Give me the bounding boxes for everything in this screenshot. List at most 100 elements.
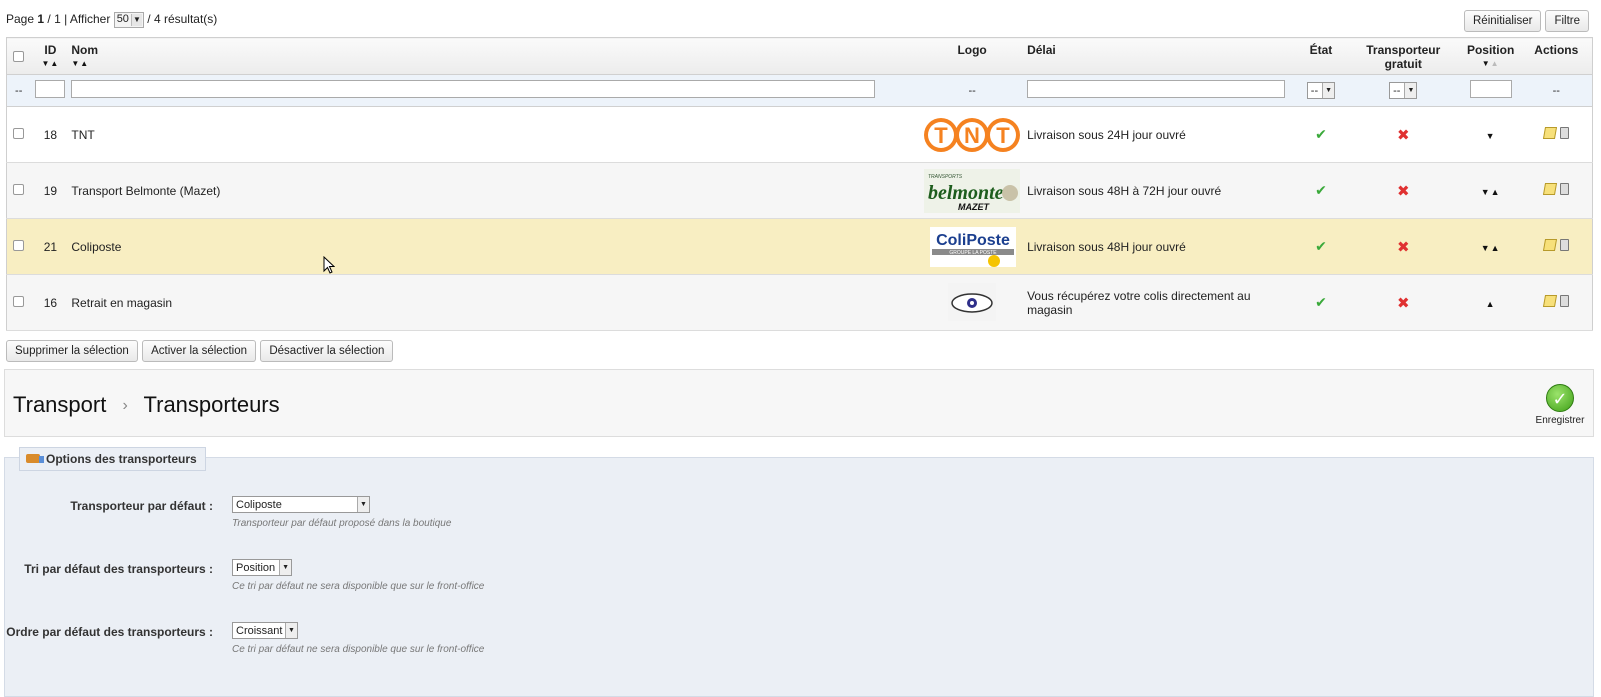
edit-icon[interactable] — [1542, 295, 1557, 307]
row-delai: Vous récupérez votre colis directement a… — [1026, 274, 1297, 331]
check-icon[interactable]: ✔ — [1315, 238, 1327, 254]
filter-position-input[interactable] — [1469, 80, 1512, 98]
carrier-options-panel: Options des transporteurs Transporteur p… — [4, 447, 1594, 697]
options-legend: Options des transporteurs — [19, 447, 206, 471]
save-check-icon: ✓ — [1546, 384, 1574, 412]
edit-icon[interactable] — [1542, 239, 1557, 251]
edit-icon[interactable] — [1542, 183, 1557, 195]
row-checkbox[interactable] — [13, 127, 25, 139]
row-delai: Livraison sous 48H jour ouvré — [1026, 218, 1297, 275]
position-arrows-icon[interactable]: ▲ — [1486, 299, 1496, 309]
filter-nom-input[interactable] — [71, 80, 876, 98]
filter-delai-input[interactable] — [1027, 80, 1286, 98]
row-id: 18 — [30, 106, 71, 163]
default-sort-label: Tri par défaut des transporteurs : — [24, 562, 213, 576]
default-sort-select[interactable]: Position ▼ — [232, 559, 293, 576]
column-delai: Délai — [1026, 37, 1297, 75]
filter-buttons: Réinitialiser Filtre — [1460, 10, 1589, 32]
per-page-select[interactable]: 50 ▼ — [113, 12, 144, 28]
row-id: 19 — [30, 162, 71, 219]
filter-gratuit-select[interactable]: -- ▼ — [1389, 82, 1418, 99]
disable-selection-button[interactable]: Désactiver la sélection — [260, 340, 394, 362]
cross-icon[interactable]: ✖ — [1397, 183, 1410, 200]
check-icon[interactable]: ✔ — [1315, 126, 1327, 142]
row-checkbox[interactable] — [13, 295, 25, 307]
cross-icon[interactable]: ✖ — [1397, 239, 1410, 256]
save-button[interactable]: ✓ Enregistrer — [1535, 384, 1585, 426]
default-carrier-hint: Transporteur par défaut proposé dans la … — [232, 518, 452, 529]
filter-placeholder: -- — [6, 74, 31, 107]
coliposte-logo: ColiPoste GROUPE LA POSTE — [930, 226, 1017, 267]
row-checkbox[interactable] — [13, 239, 25, 251]
edit-icon[interactable] — [1542, 127, 1557, 139]
pagination-bar: Page 1 / 1 | Afficher 50 ▼ / 4 résultat(… — [6, 12, 217, 28]
results-count: / 4 résultat(s) — [147, 12, 218, 27]
belmonte-logo: TRANSPORTS belmonte MAZET — [924, 168, 1021, 213]
trash-icon[interactable] — [1559, 127, 1569, 139]
svg-text:belmonte: belmonte — [928, 182, 1004, 204]
cross-icon[interactable]: ✖ — [1397, 127, 1410, 144]
filter-id-input[interactable] — [35, 80, 66, 98]
check-icon[interactable]: ✔ — [1315, 294, 1327, 310]
position-arrows-icon[interactable]: ▼ — [1486, 131, 1496, 141]
table-row[interactable]: 21 Coliposte ColiPoste GROUPE LA POSTE L… — [6, 218, 1593, 275]
page-label: Page — [6, 12, 35, 27]
mouse-cursor-icon — [323, 256, 335, 274]
column-etat: État — [1296, 37, 1346, 75]
store-logo — [948, 282, 997, 321]
table-row[interactable]: 16 Retrait en magasin Vous récupérez vot… — [6, 274, 1593, 331]
header-row: ID ▼▲ Nom ▼▲ Logo Délai État Transporteu… — [6, 37, 1593, 75]
filter-button[interactable]: Filtre — [1545, 10, 1589, 32]
svg-text:MAZET: MAZET — [958, 202, 990, 212]
default-order-select[interactable]: Croissant ▼ — [232, 622, 298, 639]
row-nom: Coliposte — [70, 218, 919, 275]
position-arrows-icon[interactable]: ▼▲ — [1481, 243, 1501, 253]
trash-icon[interactable] — [1559, 239, 1569, 251]
default-carrier-select[interactable]: Coliposte ▼ — [232, 496, 370, 513]
filter-etat-select[interactable]: -- ▼ — [1306, 82, 1336, 99]
row-id: 16 — [30, 274, 71, 331]
select-all-checkbox[interactable] — [13, 51, 25, 62]
column-nom: Nom — [71, 43, 99, 57]
filter-row: -- -- -- ▼ -- ▼ -- — [6, 74, 1593, 107]
page-header: Transport › Transporteurs ✓ Enregistrer — [4, 369, 1594, 437]
save-label: Enregistrer — [1535, 415, 1585, 426]
column-actions: Actions — [1520, 37, 1593, 75]
page-total: / 1 | Afficher — [47, 12, 111, 27]
page-current: 1 — [37, 12, 45, 27]
truck-icon — [26, 454, 44, 463]
row-checkbox[interactable] — [13, 183, 25, 195]
position-arrows-icon[interactable]: ▼▲ — [1481, 187, 1501, 197]
sort-arrows-icon[interactable]: ▼▲ — [31, 59, 69, 68]
carriers-table: ID ▼▲ Nom ▼▲ Logo Délai État Transporteu… — [6, 37, 1593, 331]
bulk-actions: Supprimer la sélection Activer la sélect… — [6, 340, 394, 362]
delete-selection-button[interactable]: Supprimer la sélection — [6, 340, 138, 362]
breadcrumb-separator: › — [122, 397, 128, 414]
trash-icon[interactable] — [1559, 183, 1569, 195]
svg-text:GROUPE LA POSTE: GROUPE LA POSTE — [949, 250, 997, 256]
row-delai: Livraison sous 24H jour ouvré — [1026, 106, 1297, 163]
row-nom: TNT — [70, 106, 919, 163]
column-gratuit: Transporteur gratuit — [1345, 37, 1461, 75]
enable-selection-button[interactable]: Activer la sélection — [142, 340, 256, 362]
svg-text:T: T — [934, 123, 948, 148]
column-id: ID — [44, 43, 57, 57]
chevron-down-icon: ▼ — [285, 623, 297, 638]
sort-arrows-icon[interactable]: ▼▲ — [71, 59, 917, 68]
column-position: Position — [1466, 43, 1515, 57]
reset-button[interactable]: Réinitialiser — [1464, 10, 1542, 32]
breadcrumb-parent[interactable]: Transport — [13, 392, 106, 417]
default-sort-hint: Ce tri par défaut ne sera disponible que… — [232, 581, 485, 592]
table-row[interactable]: 19 Transport Belmonte (Mazet) TRANSPORTS… — [6, 162, 1593, 219]
tnt-logo: T N T — [924, 117, 1021, 152]
cross-icon[interactable]: ✖ — [1397, 295, 1410, 312]
default-order-label: Ordre par défaut des transporteurs : — [6, 625, 213, 639]
row-nom: Transport Belmonte (Mazet) — [70, 162, 919, 219]
check-icon[interactable]: ✔ — [1315, 182, 1327, 198]
trash-icon[interactable] — [1559, 295, 1569, 307]
row-delai: Livraison sous 48H à 72H jour ouvré — [1026, 162, 1297, 219]
default-order-hint: Ce tri par défaut ne sera disponible que… — [232, 644, 485, 655]
table-row[interactable]: 18 TNT T N T Livraison sous 24H jour ouv… — [6, 106, 1593, 163]
chevron-down-icon: ▼ — [1404, 83, 1417, 98]
sort-arrows-icon[interactable]: ▼▲ — [1462, 59, 1520, 68]
